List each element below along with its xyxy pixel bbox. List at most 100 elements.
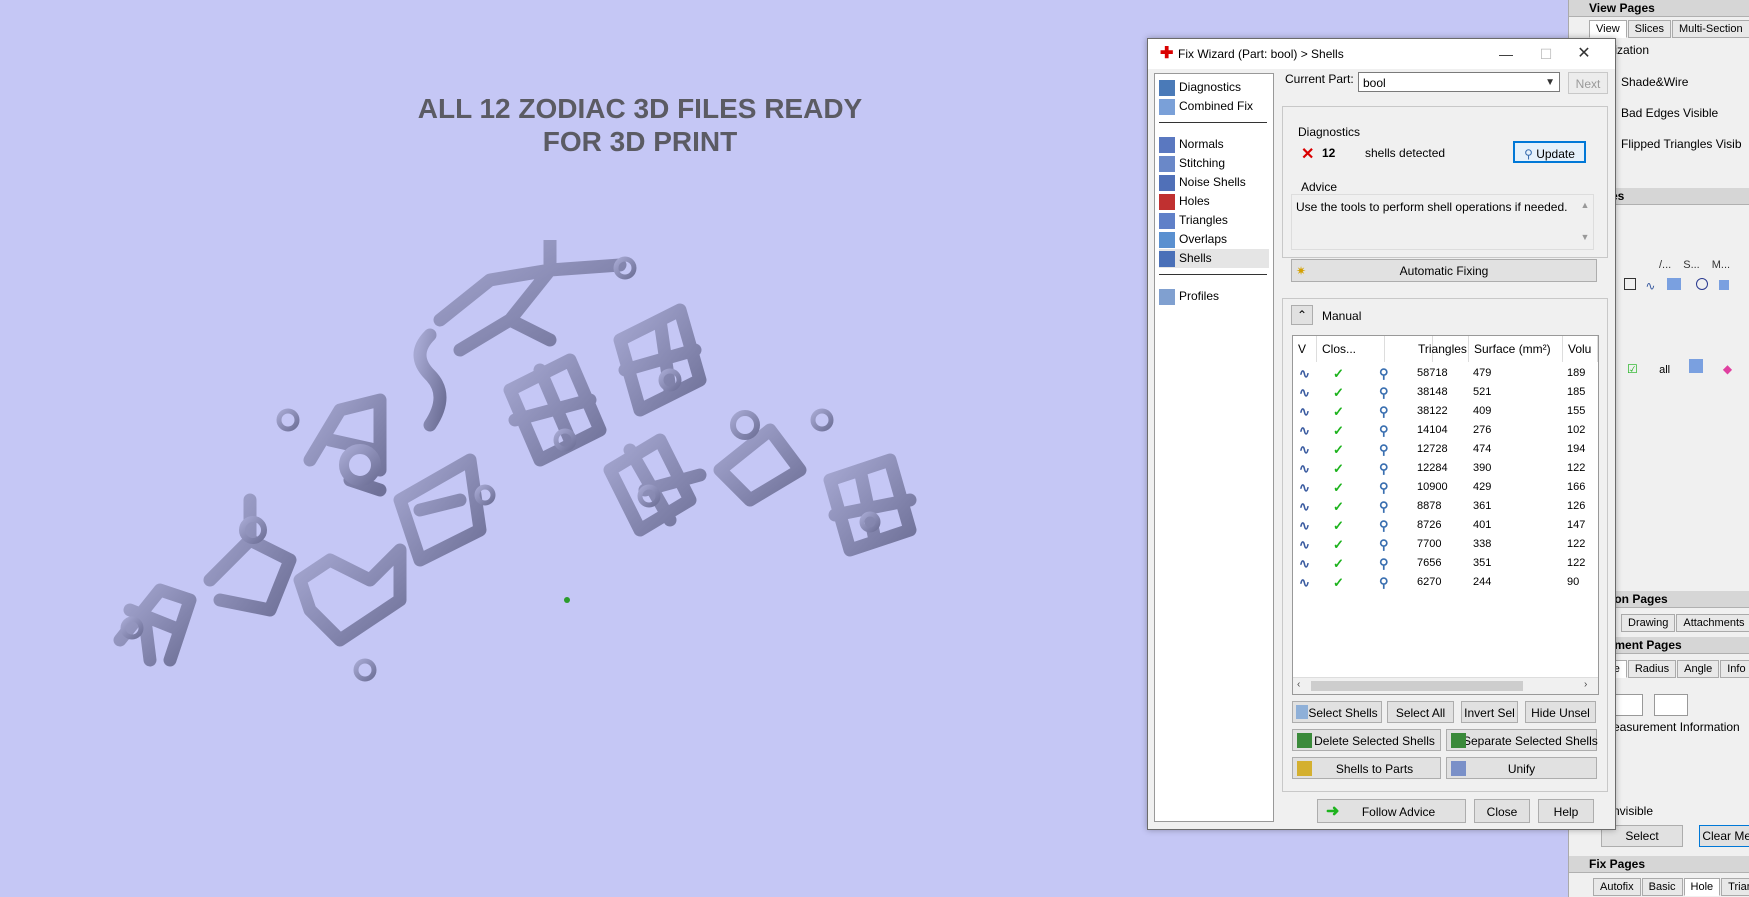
col-v[interactable]: V (1293, 336, 1317, 362)
scrollbar-thumb[interactable] (1311, 681, 1523, 691)
visibility-icon[interactable]: ∿ (1299, 402, 1310, 421)
next-button[interactable]: Next (1568, 72, 1608, 94)
tab-angle[interactable]: Angle (1677, 660, 1720, 678)
automatic-fixing-button[interactable]: ✷ Automatic Fixing (1291, 259, 1597, 282)
check-icon[interactable]: ✓ (1333, 497, 1344, 516)
zoom-icon[interactable]: ⚲ (1379, 554, 1389, 573)
visibility-icon[interactable]: ∿ (1299, 459, 1310, 478)
zoom-icon[interactable]: ⚲ (1379, 440, 1389, 459)
select-shells-button[interactable]: Select Shells (1292, 701, 1382, 723)
delete-selected-shells-button[interactable]: Delete Selected Shells (1292, 729, 1441, 751)
nav-item-normals[interactable]: Normals (1159, 135, 1269, 154)
table-row[interactable]: ∿ ✓ ⚲ 58718 479 189 (1293, 364, 1598, 383)
tab-view[interactable]: View (1589, 20, 1627, 38)
table-row[interactable]: ∿ ✓ ⚲ 6270 244 90 (1293, 573, 1598, 592)
close-window-button[interactable]: ✕ (1572, 44, 1596, 64)
table-horizontal-scrollbar[interactable]: ‹ › (1293, 677, 1598, 694)
tab-triangle[interactable]: Triangle (1721, 878, 1749, 896)
nav-item-shells[interactable]: Shells (1159, 249, 1269, 268)
check-icon[interactable]: ✓ (1333, 516, 1344, 535)
tab-basic[interactable]: Basic (1641, 878, 1683, 896)
zodiac-model[interactable] (100, 240, 1040, 700)
check-icon[interactable]: ✓ (1333, 440, 1344, 459)
zoom-icon[interactable]: ⚲ (1379, 497, 1389, 516)
select-all-button[interactable]: Select All (1387, 701, 1454, 723)
visibility-icon[interactable]: ∿ (1299, 554, 1310, 573)
shells-table[interactable]: V Clos... Triangles Surface (mm²) Volu ‹… (1292, 335, 1599, 695)
table-row[interactable]: ∿ ✓ ⚲ 12728 474 194 (1293, 440, 1598, 459)
gem-icon[interactable]: ◆ (1723, 362, 1732, 376)
advice-scrollbar[interactable]: ▲ ▼ (1579, 197, 1591, 245)
visibility-icon[interactable]: ∿ (1299, 478, 1310, 497)
shells-to-parts-button[interactable]: Shells to Parts (1292, 757, 1441, 779)
col-closed[interactable]: Clos... (1317, 336, 1385, 362)
visibility-icon[interactable]: ∿ (1299, 421, 1310, 440)
unify-button[interactable]: Unify (1446, 757, 1597, 779)
part-row-icons[interactable]: ∿ (1624, 278, 1730, 293)
zoom-icon[interactable]: ⚲ (1379, 402, 1389, 421)
nav-item-noise-shells[interactable]: Noise Shells (1159, 173, 1269, 192)
table-row[interactable]: ∿ ✓ ⚲ 8878 361 126 (1293, 497, 1598, 516)
tab-drawing[interactable]: Drawing (1621, 614, 1676, 632)
check-icon[interactable]: ✓ (1333, 554, 1344, 573)
collapse-manual-button[interactable]: ⌃ (1291, 305, 1313, 325)
zoom-icon[interactable]: ⚲ (1379, 421, 1389, 440)
point-dropdown-2[interactable] (1654, 694, 1689, 716)
visibility-icon[interactable]: ∿ (1299, 364, 1310, 383)
dialog-title-bar[interactable]: ✚ Fix Wizard (Part: bool) > Shells — ☐ ✕ (1148, 39, 1615, 69)
all-icon[interactable]: all (1659, 364, 1670, 376)
hide-unselected-button[interactable]: Hide Unsel (1525, 701, 1596, 723)
check-icon[interactable]: ✓ (1333, 383, 1344, 402)
check-icon[interactable]: ✓ (1333, 421, 1344, 440)
visibility-icon[interactable]: ∿ (1299, 573, 1310, 592)
zoom-icon[interactable]: ⚲ (1379, 478, 1389, 497)
maximize-button[interactable]: ☐ (1534, 44, 1558, 64)
scroll-left-icon[interactable]: ‹ (1297, 679, 1300, 690)
check-icon[interactable]: ✓ (1333, 535, 1344, 554)
tab-radius[interactable]: Radius (1627, 660, 1677, 678)
nav-item-profiles[interactable]: Profiles (1159, 287, 1269, 306)
check-icon[interactable]: ✓ (1333, 402, 1344, 421)
minimize-button[interactable]: — (1494, 44, 1518, 64)
separate-selected-shells-button[interactable]: Separate Selected Shells (1446, 729, 1598, 751)
nav-item-stitching[interactable]: Stitching (1159, 154, 1269, 173)
check-icon[interactable]: ✓ (1333, 573, 1344, 592)
help-button[interactable]: Help (1538, 799, 1594, 823)
scroll-right-icon[interactable]: › (1584, 679, 1587, 690)
tab-info[interactable]: Info (1720, 660, 1749, 678)
table-row[interactable]: ∿ ✓ ⚲ 38122 409 155 (1293, 402, 1598, 421)
tab-hole[interactable]: Hole (1683, 878, 1721, 896)
visibility-icon[interactable]: ∿ (1299, 516, 1310, 535)
table-row[interactable]: ∿ ✓ ⚲ 7656 351 122 (1293, 554, 1598, 573)
tab-autofix[interactable]: Autofix (1593, 878, 1641, 896)
view-pages-header[interactable]: View Pages (1569, 0, 1749, 17)
invert-selection-button[interactable]: Invert Sel (1461, 701, 1518, 723)
nav-item-overlaps[interactable]: Overlaps (1159, 230, 1269, 249)
col-triangles[interactable]: Triangles (1413, 336, 1469, 362)
tab-slices[interactable]: Slices (1627, 20, 1671, 38)
table-row[interactable]: ∿ ✓ ⚲ 10900 429 166 (1293, 478, 1598, 497)
update-button[interactable]: ⚲ Update (1513, 141, 1586, 163)
nav-item-holes[interactable]: Holes (1159, 192, 1269, 211)
nav-item-combined-fix[interactable]: Combined Fix (1159, 97, 1269, 116)
follow-advice-button[interactable]: ➜ Follow Advice (1317, 799, 1466, 823)
check-icon[interactable]: ✓ (1333, 459, 1344, 478)
zoom-icon[interactable]: ⚲ (1379, 364, 1389, 383)
tab-attachments[interactable]: Attachments (1676, 614, 1749, 632)
visibility-icon[interactable]: ∿ (1299, 497, 1310, 516)
zoom-icon[interactable]: ⚲ (1379, 573, 1389, 592)
tab-multi-section[interactable]: Multi-Section (1672, 20, 1749, 38)
table-row[interactable]: ∿ ✓ ⚲ 14104 276 102 (1293, 421, 1598, 440)
fix-pages-header[interactable]: Fix Pages (1569, 856, 1749, 873)
visibility-icon[interactable]: ∿ (1299, 383, 1310, 402)
check-toggle-icon[interactable]: ☑ (1627, 362, 1638, 376)
visibility-icon[interactable]: ∿ (1299, 440, 1310, 459)
col-surface[interactable]: Surface (mm²) (1469, 336, 1563, 362)
check-icon[interactable]: ✓ (1333, 364, 1344, 383)
zoom-icon[interactable]: ⚲ (1379, 535, 1389, 554)
zoom-icon[interactable]: ⚲ (1379, 516, 1389, 535)
checkbox-icon[interactable] (1624, 278, 1636, 290)
table-row[interactable]: ∿ ✓ ⚲ 7700 338 122 (1293, 535, 1598, 554)
table-row[interactable]: ∿ ✓ ⚲ 38148 521 185 (1293, 383, 1598, 402)
close-button[interactable]: Close (1474, 799, 1530, 823)
